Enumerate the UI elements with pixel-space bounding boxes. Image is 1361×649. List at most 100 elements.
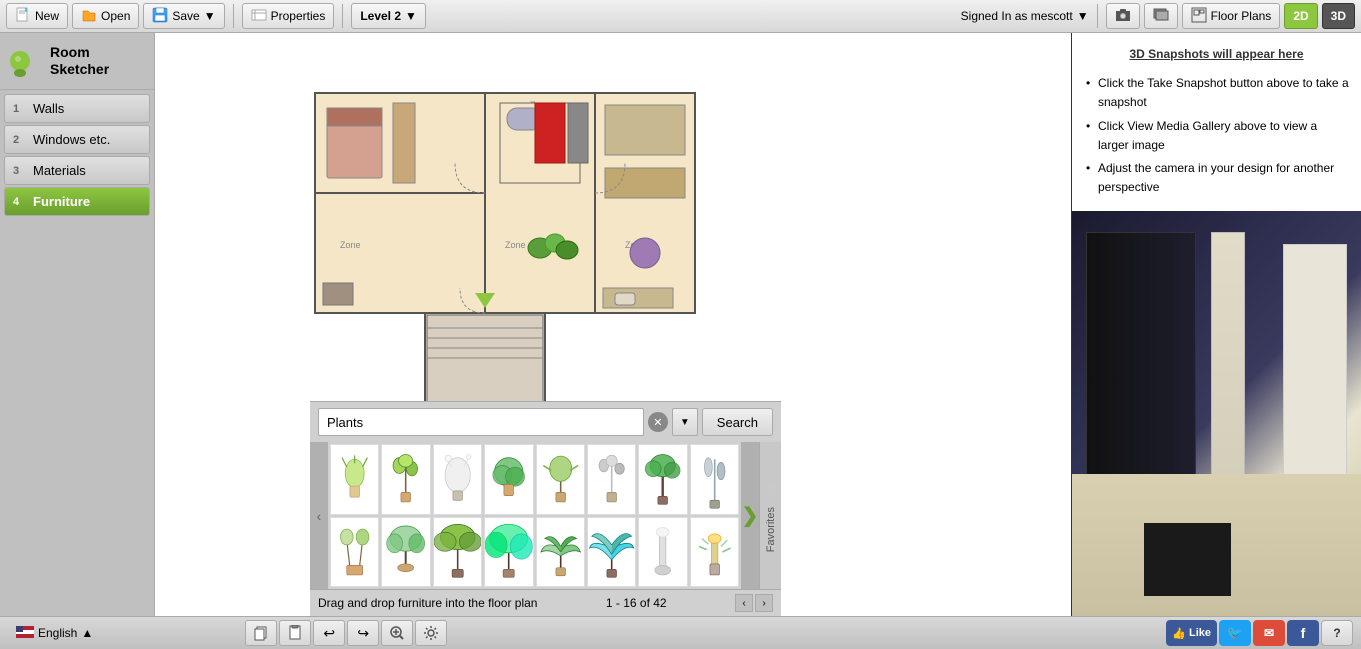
plant-item-10[interactable] bbox=[381, 517, 430, 588]
floor-plans-icon bbox=[1191, 7, 1207, 26]
new-icon bbox=[15, 7, 31, 26]
furniture-num: 4 bbox=[13, 196, 27, 208]
plant-item-7[interactable] bbox=[638, 444, 687, 515]
drag-hint: Drag and drop furniture into the floor p… bbox=[318, 596, 537, 610]
redo-button[interactable]: ↪ bbox=[347, 620, 379, 646]
floor-plans-label: Floor Plans bbox=[1211, 9, 1272, 23]
plant-item-9[interactable] bbox=[330, 517, 379, 588]
furniture-label: Furniture bbox=[33, 194, 90, 209]
main-area: Room Sketcher 1 Walls 2 Windows etc. 3 M… bbox=[0, 33, 1361, 616]
star-icon: ☆ bbox=[763, 479, 777, 499]
level-dropdown-icon: ▼ bbox=[405, 9, 417, 23]
signed-in-area: Signed In as mescott ▼ bbox=[961, 9, 1089, 23]
language-button[interactable]: English ▲ bbox=[8, 623, 101, 644]
twitter-button[interactable]: 🐦 bbox=[1219, 620, 1251, 646]
search-dropdown-button[interactable]: ▼ bbox=[672, 408, 698, 436]
plant-item-8[interactable] bbox=[690, 444, 739, 515]
thumbsup-icon: 👍 bbox=[1172, 627, 1186, 640]
grid-prev-button[interactable]: ‹ bbox=[310, 442, 328, 589]
windows-num: 2 bbox=[13, 134, 27, 146]
2d-view-button[interactable]: 2D bbox=[1284, 3, 1317, 29]
floor-plans-button[interactable]: Floor Plans bbox=[1182, 3, 1281, 29]
walls-label: Walls bbox=[33, 101, 64, 116]
windows-label: Windows etc. bbox=[33, 132, 110, 147]
favorites-label: Favorites bbox=[765, 507, 777, 552]
settings-button[interactable] bbox=[415, 620, 447, 646]
plant-item-13[interactable] bbox=[536, 517, 585, 588]
properties-icon bbox=[251, 7, 267, 26]
plant-item-15[interactable] bbox=[638, 517, 687, 588]
open-button[interactable]: Open bbox=[72, 3, 139, 29]
next-page-button[interactable]: › bbox=[755, 594, 773, 612]
logo-icon bbox=[8, 41, 44, 81]
media-gallery-button[interactable] bbox=[1144, 3, 1178, 29]
pagination-arrows: ‹ › bbox=[735, 594, 773, 612]
signed-in-dropdown-icon[interactable]: ▼ bbox=[1077, 9, 1089, 23]
plant-item-4[interactable] bbox=[484, 444, 533, 515]
copy-button[interactable] bbox=[245, 620, 277, 646]
plant-item-5[interactable] bbox=[536, 444, 585, 515]
sidebar-item-furniture[interactable]: 4 Furniture bbox=[4, 187, 150, 216]
plant-item-12[interactable] bbox=[484, 517, 533, 588]
separator-2 bbox=[342, 4, 343, 28]
paste-button[interactable] bbox=[279, 620, 311, 646]
grid-next-button[interactable]: ❯ bbox=[741, 442, 759, 589]
prev-page-button[interactable]: ‹ bbox=[735, 594, 753, 612]
help-button[interactable]: ? bbox=[1321, 620, 1353, 646]
panel-footer: Drag and drop furniture into the floor p… bbox=[310, 589, 781, 616]
plant-item-14[interactable] bbox=[587, 517, 636, 588]
flag-icon bbox=[16, 626, 34, 641]
email-button[interactable]: ✉ bbox=[1253, 620, 1285, 646]
plant-item-2[interactable] bbox=[381, 444, 430, 515]
favorites-bar: ☆ Favorites bbox=[759, 442, 781, 589]
canvas-area[interactable]: Zone Zone Zone Zone Zone Zone Zone bbox=[155, 33, 1071, 616]
svg-text:Zone: Zone bbox=[340, 240, 361, 250]
camera-icon bbox=[1115, 7, 1131, 26]
snapshot-button[interactable] bbox=[1106, 3, 1140, 29]
facebook-button[interactable]: f bbox=[1287, 620, 1319, 646]
search-clear-button[interactable]: ✕ bbox=[648, 412, 668, 432]
level-label: Level 2 bbox=[360, 9, 401, 23]
furniture-panel: ✕ ▼ Search ‹ bbox=[310, 401, 781, 616]
search-button[interactable]: Search bbox=[702, 408, 773, 436]
snapshot-title: 3D Snapshots will appear here bbox=[1084, 45, 1349, 64]
question-icon: ? bbox=[1333, 626, 1340, 640]
signed-in-label: Signed In as mescott bbox=[961, 9, 1073, 23]
pagination-info: 1 - 16 of 42 bbox=[606, 596, 667, 610]
svg-text:Zone: Zone bbox=[505, 240, 526, 250]
new-button[interactable]: New bbox=[6, 3, 68, 29]
materials-label: Materials bbox=[33, 163, 86, 178]
undo-button[interactable]: ↩ bbox=[313, 620, 345, 646]
level-selector[interactable]: Level 2 ▼ bbox=[351, 3, 426, 29]
plant-item-6[interactable] bbox=[587, 444, 636, 515]
logo-text: Room Sketcher bbox=[50, 44, 109, 78]
logo-line2: Sketcher bbox=[50, 61, 109, 78]
open-icon bbox=[81, 7, 97, 26]
like-button[interactable]: 👍 Like bbox=[1166, 620, 1217, 646]
new-label: New bbox=[35, 9, 59, 23]
furniture-grid-container: ‹ bbox=[310, 442, 781, 589]
sidebar-item-materials[interactable]: 3 Materials bbox=[4, 156, 150, 185]
snapshot-bullet-3: Adjust the camera in your design for ano… bbox=[1084, 157, 1349, 199]
save-button[interactable]: Save ▼ bbox=[143, 3, 224, 29]
plant-item-1[interactable] bbox=[330, 444, 379, 515]
plant-item-11[interactable] bbox=[433, 517, 482, 588]
plant-item-3[interactable] bbox=[433, 444, 482, 515]
properties-button[interactable]: Properties bbox=[242, 3, 335, 29]
toolbar: New Open Save ▼ Properties Level 2 ▼ Sig… bbox=[0, 0, 1361, 33]
properties-label: Properties bbox=[271, 9, 326, 23]
facebook-icon: f bbox=[1301, 625, 1306, 641]
gallery-icon bbox=[1153, 7, 1169, 26]
plant-item-16[interactable] bbox=[690, 517, 739, 588]
like-label: Like bbox=[1189, 627, 1211, 639]
save-icon bbox=[152, 7, 168, 26]
sidebar-item-walls[interactable]: 1 Walls bbox=[4, 94, 150, 123]
zoom-button[interactable] bbox=[381, 620, 413, 646]
logo-line1: Room bbox=[50, 44, 109, 61]
snapshot-bullet-1: Click the Take Snapshot button above to … bbox=[1084, 72, 1349, 114]
email-icon: ✉ bbox=[1264, 626, 1274, 640]
room-preview bbox=[1072, 211, 1361, 616]
sidebar-item-windows[interactable]: 2 Windows etc. bbox=[4, 125, 150, 154]
search-input[interactable] bbox=[318, 408, 644, 436]
3d-view-button[interactable]: 3D bbox=[1322, 3, 1355, 29]
